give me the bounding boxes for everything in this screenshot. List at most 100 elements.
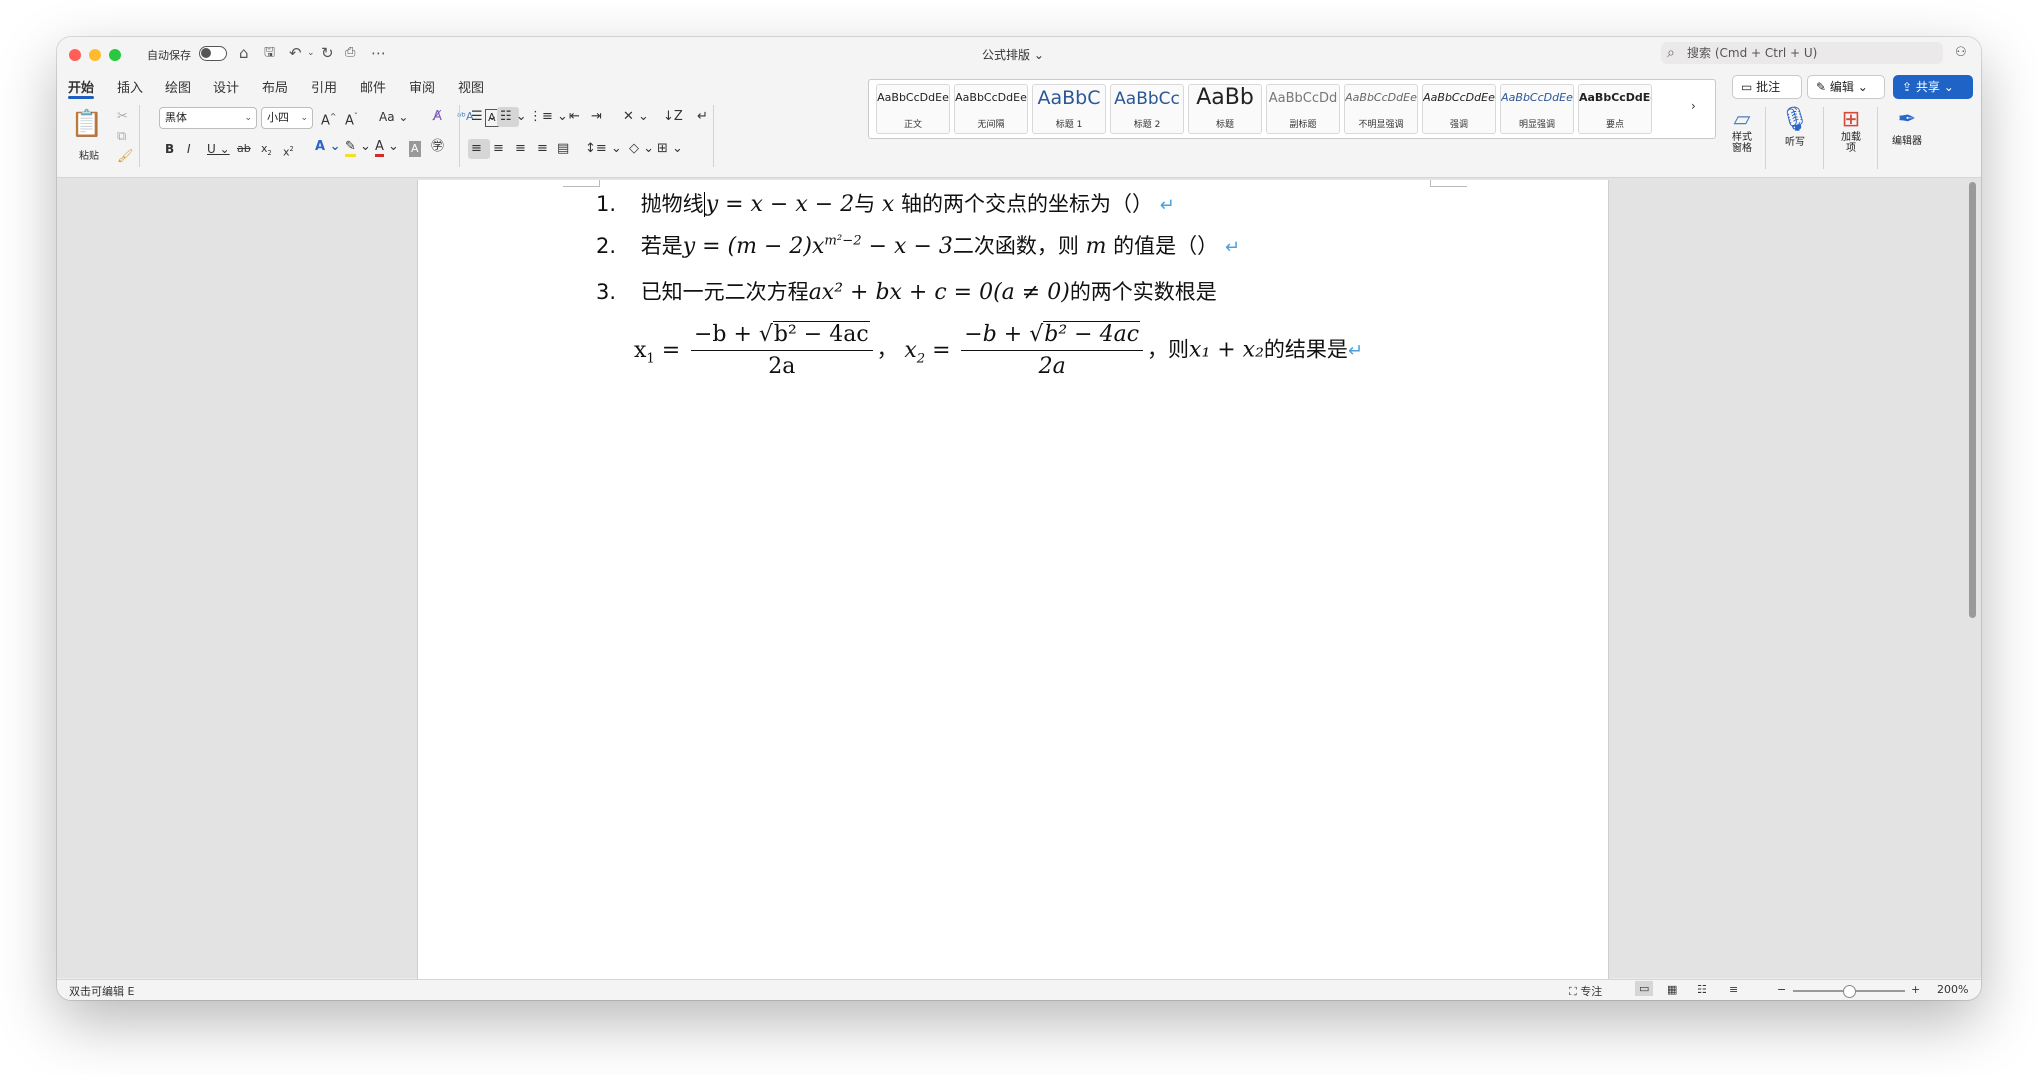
focus-button[interactable]: ⛶ 专注 — [1569, 983, 1602, 999]
bullets-icon[interactable]: ☰ ⌄ — [471, 109, 498, 125]
document-title[interactable]: 公式排版 ⌄ — [982, 46, 1044, 63]
dictate-button[interactable]: 🎙 听写 — [1775, 105, 1815, 148]
q2-equation[interactable]: y = (m − 2)xm²−2 − x − 3 — [683, 234, 953, 259]
q3-roots-line[interactable]: x1 = −b + √b² − 4ac 2a ， x2 = −b + √b² −… — [634, 321, 1363, 379]
font-color-icon[interactable]: A ⌄ — [375, 139, 399, 157]
style-normal[interactable]: AaBbCcDdEe 正文 — [876, 84, 950, 134]
root-x2-fraction[interactable]: −b + √b² − 4ac 2a — [961, 321, 1144, 379]
align-right-icon[interactable]: ≡ — [515, 141, 526, 157]
comment-button[interactable]: ▭ 批注 — [1732, 75, 1802, 99]
grow-font-icon[interactable]: A^ — [321, 109, 336, 129]
style-pane-button[interactable]: ▱ 样式 窗格 — [1723, 107, 1761, 154]
copy-icon[interactable]: ⧉ — [117, 129, 126, 145]
list-item-q1[interactable]: 1. 抛物线y = x − x − 2与 x 轴的两个交点的坐标为（） ↵ — [596, 188, 1175, 218]
undo-dropdown-icon[interactable]: ⌄ — [307, 44, 315, 62]
format-painter-icon[interactable]: 🖌 — [117, 149, 134, 165]
tab-mailings[interactable]: 邮件 — [360, 77, 386, 96]
font-size-select[interactable]: 小四 ⌄ — [261, 107, 313, 129]
more-icon[interactable]: ⋯ — [371, 44, 386, 62]
addins-button[interactable]: ⊞ 加载 项 — [1831, 107, 1871, 154]
zoom-window-button[interactable] — [109, 49, 121, 61]
search-input[interactable]: ⌕ 搜索 (Cmd + Ctrl + U) — [1661, 42, 1943, 64]
q3-sum-expression[interactable]: x₁ + x₂ — [1189, 338, 1264, 363]
style-pane-icon: ▱ — [1733, 107, 1751, 132]
tab-draw[interactable]: 绘图 — [165, 77, 191, 96]
multilevel-list-icon[interactable]: ⋮≡ ⌄ — [529, 109, 568, 125]
style-intense-emphasis[interactable]: AaBbCcDdEe 明显强调 — [1500, 84, 1574, 134]
underline-icon[interactable]: U ⌄ — [207, 141, 230, 157]
distributed-icon[interactable]: ▤ — [557, 141, 569, 157]
asian-layout-icon[interactable]: ✕ ⌄ — [623, 109, 649, 125]
share-people-icon[interactable]: ⚇ — [1955, 44, 1967, 62]
close-window-button[interactable] — [69, 49, 81, 61]
print-icon[interactable]: ⎙ — [345, 44, 355, 62]
draft-view-icon[interactable]: ≡ — [1729, 983, 1738, 996]
justify-icon[interactable]: ≡ — [537, 141, 548, 157]
superscript-icon[interactable]: x2 — [283, 141, 294, 161]
zoom-in-icon[interactable]: + — [1911, 983, 1920, 996]
align-center-icon[interactable]: ≡ — [493, 141, 504, 157]
tab-review[interactable]: 审阅 — [409, 77, 435, 96]
text-effects-icon[interactable]: A ⌄ — [315, 139, 340, 155]
style-title[interactable]: AaBb 标题 — [1188, 84, 1262, 134]
italic-icon[interactable]: I — [187, 141, 191, 157]
tab-layout[interactable]: 布局 — [262, 77, 288, 96]
tab-design[interactable]: 设计 — [213, 77, 239, 96]
zoom-out-icon[interactable]: − — [1777, 983, 1786, 996]
increase-indent-icon[interactable]: ⇥ — [591, 109, 602, 125]
line-spacing-icon[interactable]: ↕≡ ⌄ — [585, 141, 622, 157]
gallery-more-icon[interactable]: › — [1691, 98, 1696, 114]
edit-mode-button[interactable]: ✎ 编辑 ⌄ — [1807, 75, 1885, 99]
style-subtitle[interactable]: AaBbCcDd 副标题 — [1266, 84, 1340, 134]
clear-format-icon[interactable]: A̸ — [433, 109, 442, 125]
font-name-select[interactable]: 黑体 ⌄ — [159, 107, 257, 129]
borders-icon[interactable]: ⊞ ⌄ — [657, 141, 683, 157]
save-icon[interactable]: 🖫 — [264, 44, 275, 62]
decrease-indent-icon[interactable]: ⇤ — [569, 109, 580, 125]
outline-view-icon[interactable]: ☷ — [1697, 983, 1707, 996]
subscript-icon[interactable]: x2 — [261, 141, 272, 161]
document-page[interactable]: 1. 抛物线y = x − x − 2与 x 轴的两个交点的坐标为（） ↵ 2.… — [417, 180, 1609, 980]
q3-equation[interactable]: ax² + bx + c = 0(a ≠ 0) — [809, 280, 1070, 305]
autosave-toggle[interactable] — [199, 46, 227, 61]
style-emphasis[interactable]: AaBbCcDdEe 强调 — [1422, 84, 1496, 134]
tab-insert[interactable]: 插入 — [117, 77, 143, 96]
undo-icon[interactable]: ↶ — [289, 44, 302, 62]
char-shading-icon[interactable]: A — [409, 141, 421, 157]
root-x1-fraction[interactable]: −b + √b² − 4ac 2a — [690, 321, 873, 379]
sort-icon[interactable]: ↓Z — [663, 109, 683, 125]
show-marks-icon[interactable]: ↵ — [697, 109, 708, 125]
web-layout-view-icon[interactable]: ▦ — [1667, 983, 1677, 996]
minimize-window-button[interactable] — [89, 49, 101, 61]
cut-icon[interactable]: ✂ — [117, 109, 128, 125]
zoom-slider-thumb[interactable] — [1843, 985, 1856, 998]
shrink-font-icon[interactable]: Aˇ — [345, 109, 358, 129]
style-heading-1[interactable]: AaBbC 标题 1 — [1032, 84, 1106, 134]
strikethrough-icon[interactable]: ab — [237, 141, 251, 157]
style-subtle-emphasis[interactable]: AaBbCcDdEe 不明显强调 — [1344, 84, 1418, 134]
tab-home[interactable]: 开始 — [68, 77, 94, 96]
enclose-char-icon[interactable]: ㊫ — [431, 139, 444, 155]
print-layout-view-icon[interactable]: ▭ — [1635, 981, 1654, 996]
change-case-icon[interactable]: Aa ⌄ — [379, 109, 408, 125]
numbering-icon[interactable]: ☷ ⌄ — [500, 109, 527, 125]
list-item-q3[interactable]: 3. 已知一元二次方程ax² + bx + c = 0(a ≠ 0)的两个实数根… — [596, 276, 1217, 306]
highlight-icon[interactable]: ✎ ⌄ — [345, 139, 371, 157]
style-no-spacing[interactable]: AaBbCcDdEe 无间隔 — [954, 84, 1028, 134]
vertical-scrollbar[interactable] — [1969, 182, 1976, 618]
tab-view[interactable]: 视图 — [458, 77, 484, 96]
tab-references[interactable]: 引用 — [311, 77, 337, 96]
zoom-level[interactable]: 200% — [1937, 983, 1968, 996]
style-heading-2[interactable]: AaBbCc 标题 2 — [1110, 84, 1184, 134]
q1-equation[interactable]: y = x − x − 2 — [703, 192, 855, 217]
home-icon[interactable]: ⌂ — [239, 44, 249, 62]
share-button[interactable]: ⇪ 共享 ⌄ — [1893, 75, 1973, 99]
list-item-q2[interactable]: 2. 若是y = (m − 2)xm²−2 − x − 3二次函数，则 m 的值… — [596, 230, 1240, 260]
shading-icon[interactable]: ◇ ⌄ — [629, 141, 654, 157]
style-strong[interactable]: AaBbCcDdEe 要点 — [1578, 84, 1652, 134]
redo-icon[interactable]: ↻ — [321, 44, 334, 62]
editor-button[interactable]: ✒ 编辑器 — [1883, 107, 1931, 147]
align-left-icon[interactable]: ≡ — [471, 141, 482, 157]
paste-button[interactable]: 📋 — [69, 109, 105, 139]
bold-icon[interactable]: B — [165, 141, 174, 157]
